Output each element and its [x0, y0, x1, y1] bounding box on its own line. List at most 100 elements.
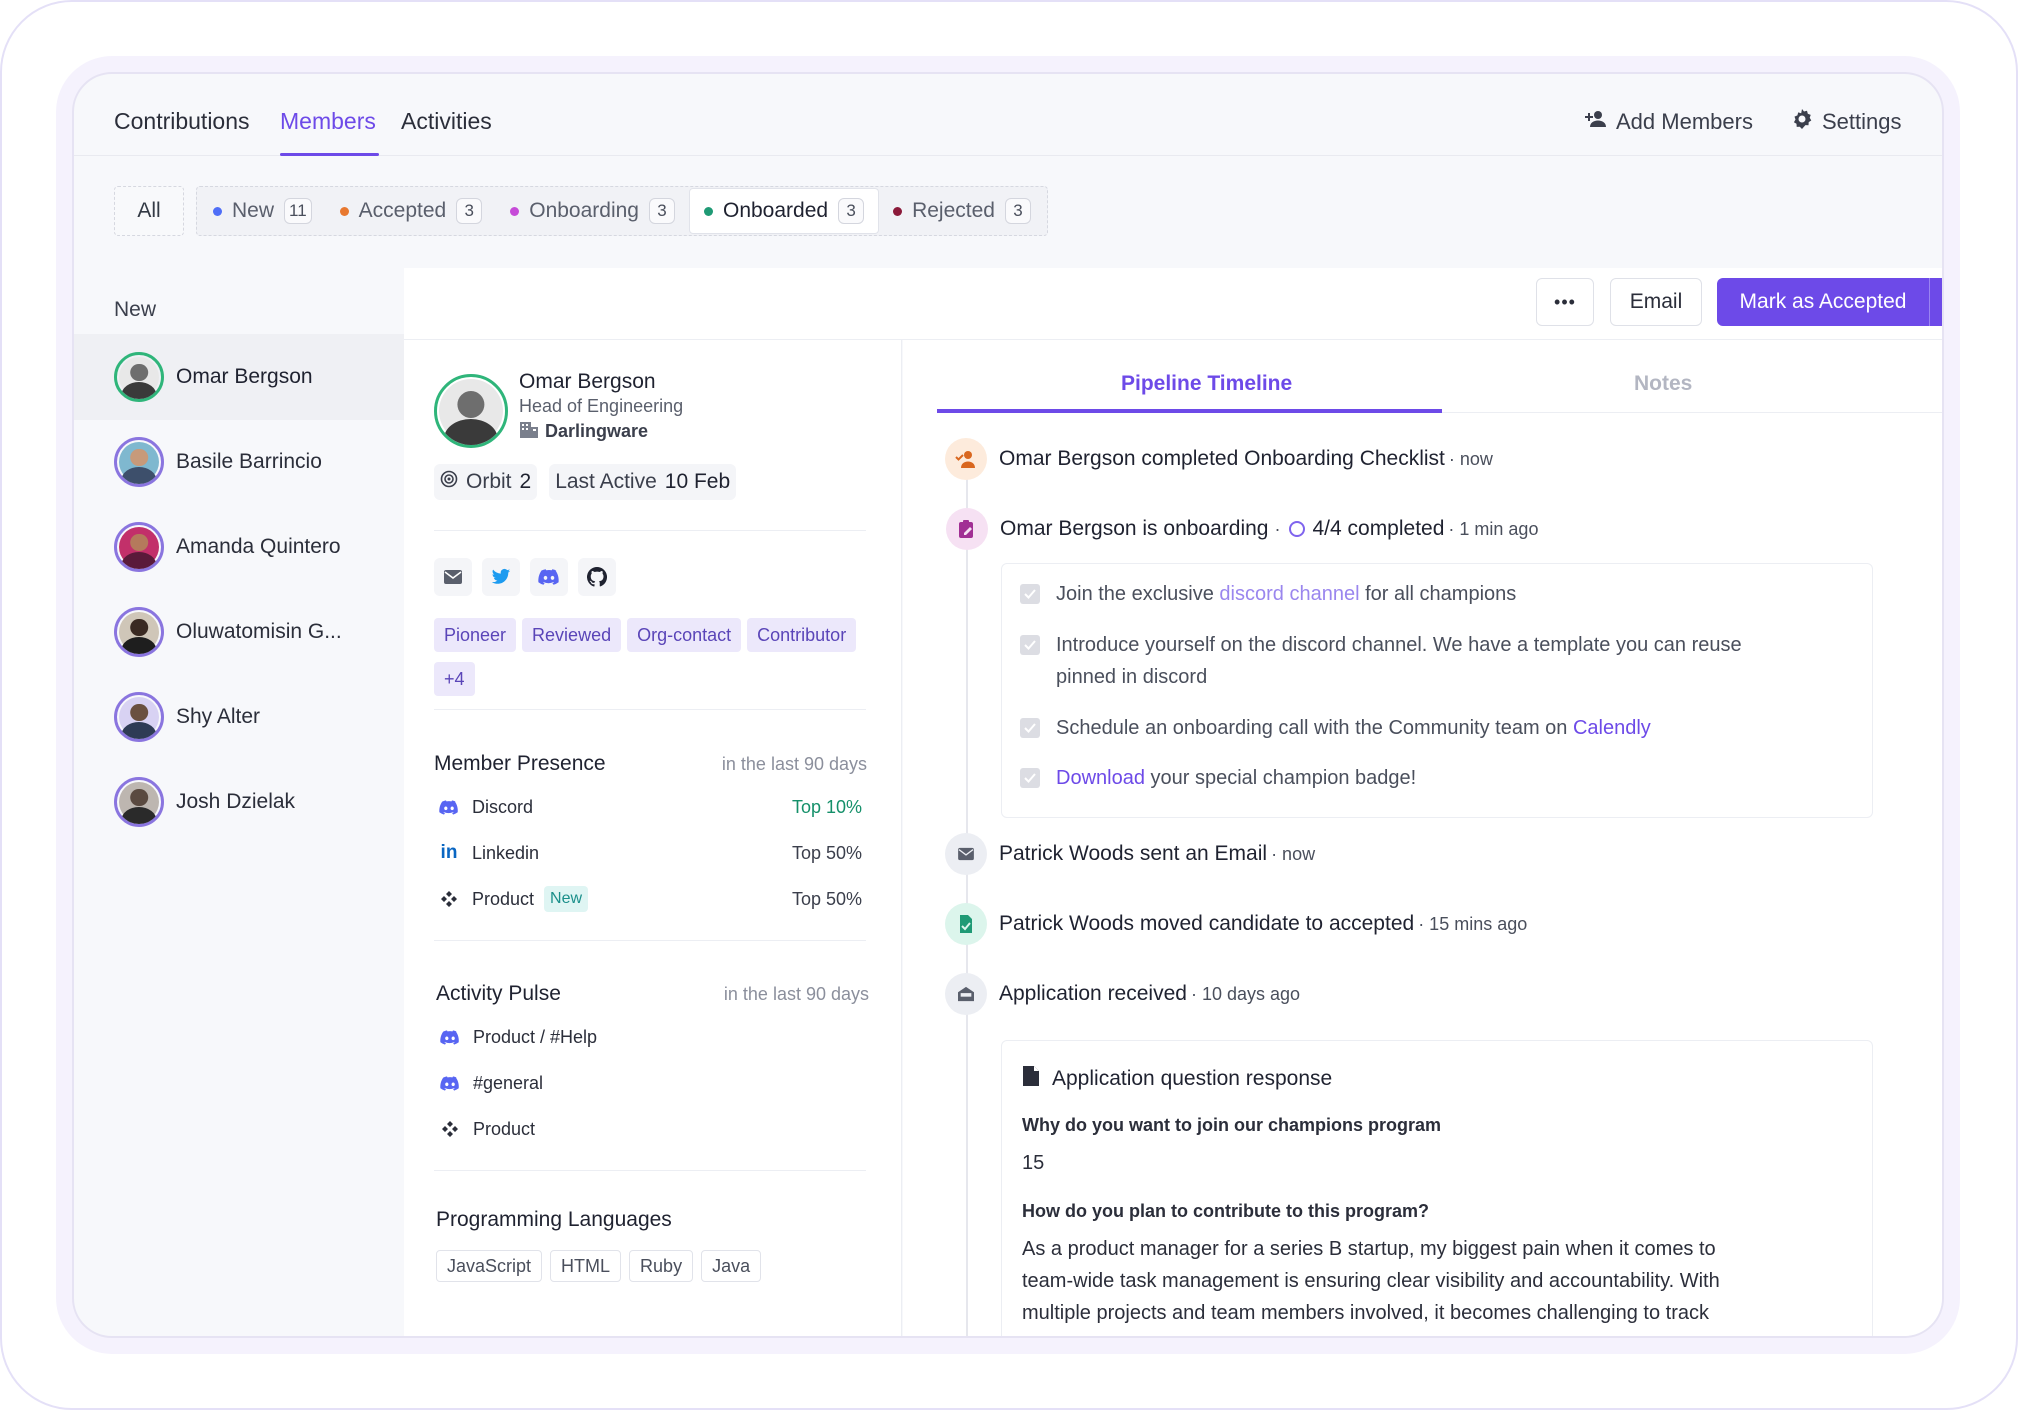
discord-icon — [439, 1072, 461, 1094]
checklist-item[interactable]: Join the exclusive discord channel for a… — [1020, 578, 1516, 610]
filter-onboarding[interactable]: Onboarding 3 — [496, 188, 689, 234]
pulse-label: #general — [473, 1072, 544, 1093]
status-dot — [893, 206, 903, 216]
checklist-text: Download your special champion badge! — [1056, 767, 1417, 789]
avatar — [114, 692, 164, 742]
tab-pipeline-timeline[interactable]: Pipeline Timeline — [1121, 372, 1292, 396]
filter-label: Onboarded — [722, 199, 829, 222]
filter-count: 11 — [284, 198, 312, 224]
check-icon[interactable] — [1020, 584, 1040, 604]
orbit-stat: Orbit 2 — [434, 464, 538, 500]
pulse-label: Product — [473, 1118, 536, 1139]
filter-count: 3 — [838, 198, 865, 224]
presence-value: Top 50% — [791, 842, 862, 863]
mail-icon[interactable] — [434, 558, 472, 596]
more-tags-badge[interactable]: +4 — [434, 662, 475, 696]
profile-name: Omar Bergson — [519, 370, 656, 393]
onboarding-progress: 4/4 completed — [1312, 517, 1445, 540]
event-text: Omar Bergson is onboarding — [1000, 517, 1269, 540]
tab-contributions[interactable]: Contributions — [114, 108, 250, 135]
github-icon[interactable] — [578, 558, 616, 596]
product-icon — [439, 1118, 461, 1140]
status-dropdown-button[interactable] — [1929, 278, 1942, 326]
tab-notes[interactable]: Notes — [1634, 372, 1692, 396]
checklist-item[interactable]: Download your special champion badge! — [1020, 762, 1416, 794]
event-time: · 10 days ago — [1190, 983, 1301, 1004]
calendly-link[interactable]: Calendly — [1573, 717, 1651, 739]
application-card-title: Application question response — [1052, 1067, 1333, 1090]
checklist-text: Join the exclusive discord channel for a… — [1056, 583, 1517, 605]
tab-activities[interactable]: Activities — [401, 108, 492, 135]
tag[interactable]: Org-contact — [627, 618, 742, 652]
member-item[interactable]: Basile Barrincio — [74, 419, 404, 505]
check-icon[interactable] — [1020, 635, 1040, 655]
presence-label: Product — [472, 888, 535, 909]
pulse-row: Product — [439, 1114, 863, 1144]
event-time: · now — [1448, 448, 1493, 469]
user-check-icon — [945, 438, 987, 480]
twitter-icon[interactable] — [482, 558, 520, 596]
member-presence-title: Member Presence — [434, 752, 606, 775]
app-window: Contributions Members Activities Add Mem… — [72, 72, 1944, 1338]
tag[interactable]: Pioneer — [434, 618, 517, 652]
clipboard-edit-icon — [946, 508, 988, 550]
profile-company: Darlingware — [519, 420, 648, 443]
tab-members[interactable]: Members — [280, 108, 376, 135]
profile-avatar — [434, 374, 508, 448]
company-name: Darlingware — [545, 421, 649, 441]
event-time: · now — [1271, 843, 1316, 864]
add-members-button[interactable]: Add Members — [1584, 107, 1753, 137]
check-icon[interactable] — [1020, 768, 1040, 788]
product-icon — [438, 888, 460, 910]
application-card-header: Application question response — [1022, 1065, 1332, 1093]
presence-value: Top 10% — [791, 796, 862, 817]
member-item[interactable]: Josh Dzielak — [74, 759, 404, 845]
avatar — [114, 522, 164, 572]
last-active-value: 10 Feb — [664, 470, 731, 493]
tag[interactable]: Contributor — [747, 618, 857, 652]
filter-count: 3 — [648, 198, 675, 224]
divider — [434, 1170, 866, 1171]
presence-label: Linkedin — [472, 842, 540, 863]
filter-label: Rejected — [912, 199, 995, 222]
member-item[interactable]: Amanda Quintero — [74, 504, 404, 590]
checklist-text: Schedule an onboarding call with the Com… — [1056, 717, 1651, 739]
event-text: Patrick Woods moved candidate to accepte… — [999, 912, 1415, 935]
orbit-label: Orbit — [466, 470, 512, 493]
event-time: · 15 mins ago — [1418, 913, 1528, 934]
mark-as-accepted-button[interactable]: Mark as Accepted — [1717, 278, 1929, 326]
tag[interactable]: Reviewed — [522, 618, 622, 652]
discord-channel-link[interactable]: discord channel — [1219, 583, 1359, 605]
presence-row-product: Product New Top 50% — [438, 884, 862, 914]
activity-pulse-subtitle: in the last 90 days — [723, 984, 869, 1004]
filter-new[interactable]: New 11 — [199, 188, 326, 234]
timeline-tab-underline — [937, 409, 1442, 413]
filter-label: Onboarding — [529, 199, 639, 222]
member-item[interactable]: Shy Alter — [74, 674, 404, 760]
timeline-event: Omar Bergson is onboarding · 4/4 complet… — [946, 508, 1538, 550]
filter-onboarded[interactable]: Onboarded 3 — [688, 188, 880, 234]
email-button[interactable]: Email — [1610, 278, 1702, 326]
member-name: Josh Dzielak — [176, 790, 296, 813]
check-icon[interactable] — [1020, 718, 1040, 738]
pulse-row: #general — [439, 1068, 863, 1098]
filter-all[interactable]: All — [114, 186, 184, 236]
status-dot — [339, 206, 349, 216]
download-link[interactable]: Download — [1056, 767, 1145, 789]
filter-accepted[interactable]: Accepted 3 — [326, 188, 497, 234]
discord-icon[interactable] — [530, 558, 568, 596]
event-time: · 1 min ago — [1448, 518, 1539, 539]
tab-active-underline — [280, 153, 379, 156]
event-text: Application received — [999, 982, 1187, 1005]
checklist-item[interactable]: Schedule an onboarding call with the Com… — [1020, 712, 1651, 744]
member-item[interactable]: Omar Bergson — [74, 334, 404, 420]
filter-rejected[interactable]: Rejected 3 — [879, 188, 1045, 234]
member-item[interactable]: Oluwatomisin G... — [74, 589, 404, 675]
checklist-item[interactable]: Introduce yourself on the discord channe… — [1020, 629, 1742, 693]
settings-button[interactable]: Settings — [1790, 107, 1902, 137]
presence-row-linkedin: in Linkedin Top 50% — [438, 838, 862, 868]
member-name: Shy Alter — [176, 705, 261, 728]
status-dot — [213, 206, 222, 216]
language-list: JavaScript HTML Ruby Java — [436, 1250, 762, 1282]
more-options-button[interactable]: ••• — [1536, 278, 1594, 326]
